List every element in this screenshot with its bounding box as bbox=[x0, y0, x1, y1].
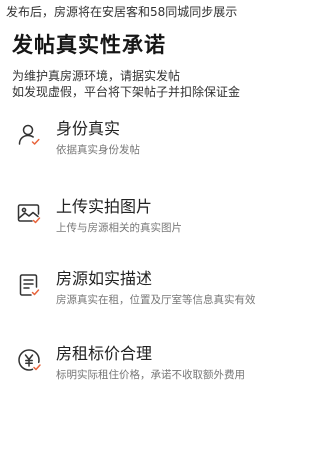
commitment-item-subtitle: 房源真实在租，位置及厅室等信息真实有效 bbox=[56, 294, 256, 306]
publish-notice: 发布后，房源将在安居客和58同城同步展示 bbox=[6, 5, 238, 19]
commitment-item-title: 上传实拍图片 bbox=[56, 197, 153, 216]
commitment-item-identity: 身份真实 依据真实身份发帖 bbox=[0, 118, 320, 162]
document-check-icon bbox=[16, 272, 42, 298]
commitment-item-title: 身份真实 bbox=[56, 119, 121, 138]
image-check-icon bbox=[16, 200, 42, 226]
commitment-item-title: 房租标价合理 bbox=[56, 344, 153, 363]
commitment-description: 为维护真房源环境，请据实发帖 如发现虚假，平台将下架帖子并扣除保证金 bbox=[12, 68, 312, 100]
commitment-item-title: 房源如实描述 bbox=[56, 269, 153, 288]
description-line: 为维护真房源环境，请据实发帖 bbox=[12, 69, 181, 83]
description-line: 如发现虚假，平台将下架帖子并扣除保证金 bbox=[12, 85, 241, 99]
yen-check-icon bbox=[16, 347, 42, 373]
commitment-item-price: 房租标价合理 标明实际租住价格，承诺不收取额外费用 bbox=[0, 343, 320, 387]
commitment-item-subtitle: 依据真实身份发帖 bbox=[56, 144, 140, 156]
person-check-icon bbox=[16, 122, 42, 148]
commitment-item-description: 房源如实描述 房源真实在租，位置及厅室等信息真实有效 bbox=[0, 268, 320, 312]
commitment-item-photos: 上传实拍图片 上传与房源相关的真实图片 bbox=[0, 196, 320, 240]
page-title: 发帖真实性承诺 bbox=[12, 33, 166, 57]
commitment-item-subtitle: 标明实际租住价格，承诺不收取额外费用 bbox=[56, 369, 245, 381]
commitment-item-subtitle: 上传与房源相关的真实图片 bbox=[56, 222, 182, 234]
